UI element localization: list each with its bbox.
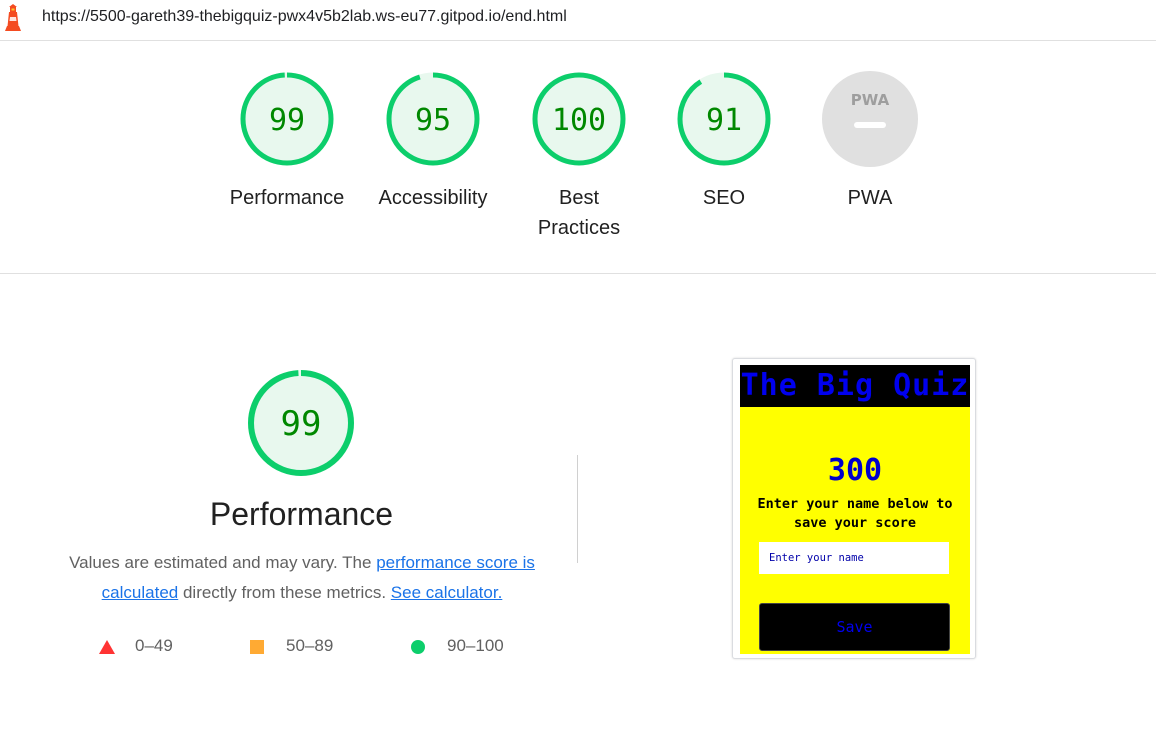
performance-title: Performance: [209, 496, 394, 532]
gauge-best-practices[interactable]: 100 Best Practices: [504, 71, 654, 243]
performance-score: 99: [281, 404, 322, 444]
performance-section: 99 Performance Values are estimated and …: [0, 274, 1156, 750]
triangle-icon: [99, 640, 115, 654]
legend-range: 0–49: [135, 636, 173, 655]
score-gauge: 95: [386, 72, 480, 166]
gauge-label: Best Practices: [537, 187, 621, 239]
performance-gauge: 99: [248, 370, 354, 476]
desc-text: Values are estimated and may vary. The: [69, 553, 377, 572]
gauge-seo[interactable]: 91 SEO: [649, 71, 799, 213]
gauge-accessibility[interactable]: 95 Accessibility: [358, 71, 508, 213]
gauge-performance[interactable]: 99 Performance: [212, 71, 362, 213]
gauge-score: 99: [269, 103, 305, 138]
gauge-label: PWA: [847, 187, 893, 209]
score-gauge: 99: [240, 72, 334, 166]
legend-range: 50–89: [286, 636, 334, 655]
lighthouse-icon: [5, 4, 21, 31]
pwa-badge-icon: PWA: [822, 71, 918, 167]
name-input[interactable]: [759, 542, 949, 574]
performance-description: Values are estimated and may vary. The p…: [52, 548, 552, 608]
quiz-score: 300: [827, 453, 883, 488]
page-url[interactable]: https://5500-gareth39-thebigquiz-pwx4v5b…: [42, 8, 567, 26]
gauge-label: Performance: [229, 187, 345, 209]
pwa-badge-text: PWA: [851, 91, 890, 109]
gauge-pwa[interactable]: PWA PWA: [795, 71, 945, 213]
score-gauge: 91: [677, 72, 771, 166]
save-button[interactable]: Save: [759, 603, 950, 651]
screenshot-content: The Big Quiz 300 Enter your name below t…: [740, 365, 970, 654]
gauge-score: 91: [706, 103, 742, 138]
see-calculator-link[interactable]: See calculator.: [391, 583, 503, 602]
page-screenshot: The Big Quiz 300 Enter your name below t…: [732, 358, 976, 659]
gauge-label: Accessibility: [378, 187, 488, 209]
gauge-score: 95: [415, 103, 451, 138]
legend-range: 90–100: [447, 636, 504, 655]
score-gauge: 100: [532, 72, 626, 166]
gauge-label: SEO: [702, 187, 746, 209]
circle-icon: [411, 640, 425, 654]
gauge-score: 100: [552, 103, 606, 138]
desc-text: directly from these metrics.: [178, 583, 391, 602]
divider: [577, 455, 578, 563]
category-gauges: 99 Performance 95 Accessibility 100 Best…: [0, 41, 1156, 274]
browser-bar: https://5500-gareth39-thebigquiz-pwx4v5b…: [0, 0, 1156, 41]
square-icon: [250, 640, 264, 654]
quiz-prompt: Enter your name below to save your score: [757, 496, 953, 531]
quiz-header: The Big Quiz: [740, 365, 970, 407]
